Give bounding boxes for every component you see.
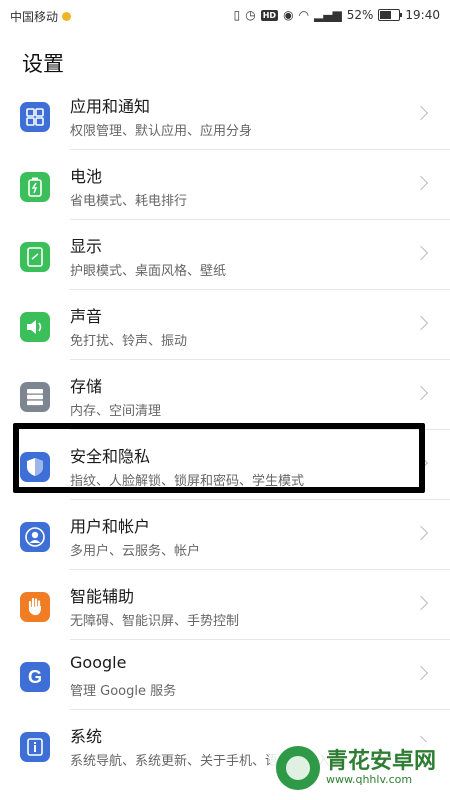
settings-item-label: 用户和帐户 bbox=[70, 517, 151, 536]
settings-item[interactable]: 存储 内存、空间清理 bbox=[0, 360, 450, 430]
shield-icon bbox=[20, 452, 50, 482]
battery-percent: 52% bbox=[346, 8, 374, 22]
vibrate-icon: ▯ bbox=[233, 8, 241, 22]
settings-item-label: 存储 bbox=[70, 377, 103, 396]
settings-item-description: 无障碍、智能识屏、手势控制 bbox=[70, 614, 240, 629]
chevron-right-icon bbox=[413, 245, 429, 261]
carrier-label: 中国移动 bbox=[10, 10, 59, 24]
settings-item[interactable]: 声音免打扰、铃声、振动 bbox=[0, 290, 450, 360]
page-title: 设置 bbox=[22, 52, 64, 76]
settings-item-label: 电池 bbox=[70, 167, 103, 186]
chevron-right-icon bbox=[413, 665, 429, 681]
settings-item-description: 省电模式、耗电排行 bbox=[70, 194, 188, 209]
watermark-name: 青花安卓网 bbox=[325, 749, 436, 774]
settings-item-description: 指纹、人脸解锁、锁屏和密码、学生模式 bbox=[70, 474, 305, 489]
alarm-icon: ◷ bbox=[245, 8, 256, 22]
settings-item[interactable]: 用户和帐户多用户、云服务、帐户 bbox=[0, 500, 450, 570]
settings-item-label: 智能辅助 bbox=[70, 587, 135, 606]
notification-dot-icon bbox=[62, 12, 72, 21]
watermark-url: www.qhhlv.com bbox=[325, 773, 413, 786]
eye-icon: ◉ bbox=[283, 8, 294, 22]
chevron-right-icon bbox=[413, 175, 429, 191]
hd-icon: HD bbox=[260, 9, 279, 21]
settings-item-label: 系统 bbox=[70, 727, 103, 746]
wifi-icon: ◠ bbox=[298, 8, 310, 22]
watermark-logo-icon bbox=[275, 746, 320, 790]
storage-icon bbox=[20, 382, 50, 412]
speaker-icon bbox=[20, 312, 50, 342]
chevron-right-icon bbox=[413, 385, 429, 401]
google-icon: G bbox=[20, 662, 50, 692]
settings-item[interactable]: 电池省电模式、耗电排行 bbox=[0, 150, 450, 220]
settings-item[interactable]: 显示护眼模式、桌面风格、壁纸 bbox=[0, 220, 450, 290]
chevron-right-icon bbox=[413, 315, 429, 331]
settings-item-description: 多用户、云服务、帐户 bbox=[70, 544, 201, 559]
chevron-right-icon bbox=[413, 595, 429, 611]
settings-item[interactable]: G Google 管理 Google 服务 bbox=[0, 640, 450, 710]
hand-icon bbox=[20, 592, 50, 622]
settings-item-label: 显示 bbox=[70, 237, 103, 256]
chevron-right-icon bbox=[413, 455, 429, 471]
settings-item-label: 应用和通知 bbox=[70, 97, 151, 116]
signal-icon: ▂▄▆ bbox=[314, 8, 342, 22]
settings-item-description: 管理 Google 服务 bbox=[70, 684, 177, 699]
status-bar: 中国移动 ▯ ◷ HD ◉ ◠ ▂▄▆ 52% 19:40 bbox=[0, 0, 450, 32]
battery-icon bbox=[378, 9, 403, 21]
chevron-right-icon bbox=[413, 105, 429, 121]
settings-item-description: 护眼模式、桌面风格、壁纸 bbox=[70, 264, 227, 279]
settings-item[interactable]: 安全和隐私指纹、人脸解锁、锁屏和密码、学生模式 bbox=[0, 430, 450, 500]
settings-item[interactable]: 智能辅助无障碍、智能识屏、手势控制 bbox=[0, 570, 450, 640]
settings-item-description: 内存、空间清理 bbox=[70, 404, 162, 419]
chevron-right-icon bbox=[413, 525, 429, 541]
settings-item-description: 权限管理、默认应用、应用分身 bbox=[70, 124, 253, 139]
settings-list: 应用和通知权限管理、默认应用、应用分身电池省电模式、耗电排行显示护眼模式、桌面风… bbox=[0, 80, 450, 780]
settings-item[interactable]: 应用和通知权限管理、默认应用、应用分身 bbox=[0, 80, 450, 150]
site-watermark: 青花安卓网 www.qhhlv.com bbox=[269, 742, 442, 794]
user-icon bbox=[20, 522, 50, 552]
settings-item-label: 声音 bbox=[70, 307, 103, 326]
settings-item-label: Google bbox=[70, 653, 127, 672]
settings-item-label: 安全和隐私 bbox=[70, 447, 151, 466]
battery-icon bbox=[20, 172, 50, 202]
clock: 19:40 bbox=[405, 8, 440, 22]
apps-grid-icon bbox=[20, 102, 50, 132]
display-icon bbox=[20, 242, 50, 272]
info-icon bbox=[20, 732, 50, 762]
settings-item-description: 免打扰、铃声、振动 bbox=[70, 334, 188, 349]
